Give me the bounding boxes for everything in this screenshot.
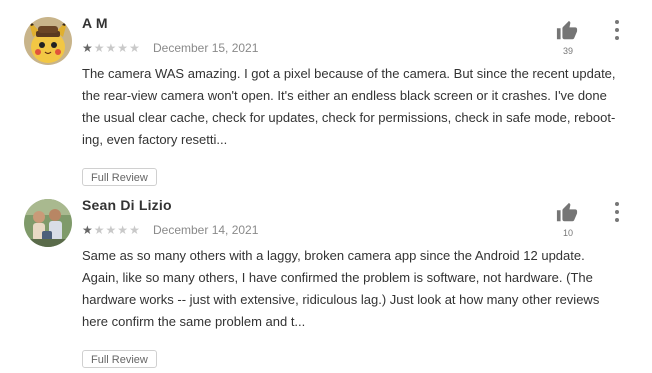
photo-avatar-icon — [24, 199, 72, 247]
star-icon: ★ — [105, 223, 118, 237]
star-icon: ★ — [117, 41, 130, 55]
star-icon: ★ — [93, 223, 106, 237]
pikachu-avatar-icon — [24, 17, 72, 65]
review-date: December 15, 2021 — [153, 41, 259, 55]
star-icon: ★ — [129, 223, 141, 237]
thumbs-up-icon[interactable] — [556, 202, 578, 224]
star-icon: ★ — [105, 41, 118, 55]
more-vert-icon[interactable] — [612, 20, 622, 40]
avatar — [24, 17, 72, 65]
full-review-button[interactable]: Full Review — [82, 350, 157, 368]
helpful-count: 10 — [562, 228, 573, 238]
full-review-button[interactable]: Full Review — [82, 168, 157, 186]
star-icon: ★ — [129, 41, 141, 55]
review-author: Sean Di Lizio — [82, 197, 172, 213]
star-icon: ★ — [82, 41, 94, 55]
star-rating: ★★★★★ — [82, 224, 141, 236]
helpful-count: 39 — [562, 46, 573, 56]
review-item: A M ★★★★★ December 15, 2021 The camera W… — [0, 0, 652, 190]
star-icon: ★ — [93, 41, 106, 55]
thumbs-up-icon[interactable] — [556, 20, 578, 42]
star-icon: ★ — [117, 223, 130, 237]
star-rating: ★★★★★ — [82, 42, 141, 54]
star-icon: ★ — [82, 223, 94, 237]
avatar — [24, 199, 72, 247]
review-item: Sean Di Lizio ★★★★★ December 14, 2021 Sa… — [0, 190, 652, 373]
review-author: A M — [82, 15, 108, 31]
review-text: Same as so many others with a laggy, bro… — [82, 248, 600, 329]
more-vert-icon[interactable] — [612, 202, 622, 222]
review-date: December 14, 2021 — [153, 223, 259, 237]
review-text: The camera WAS amazing. I got a pixel be… — [82, 66, 616, 147]
